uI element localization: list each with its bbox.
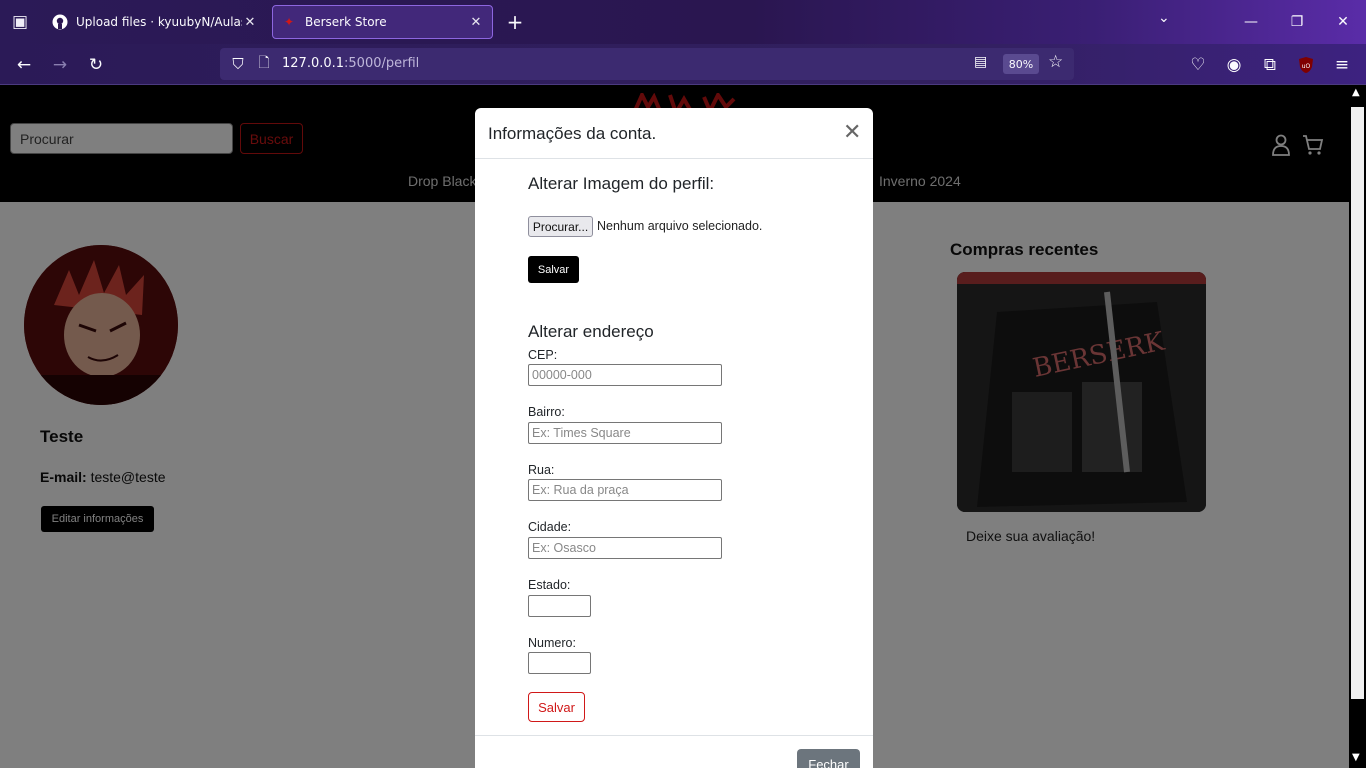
bairro-input[interactable]: Ex: Times Square xyxy=(528,422,722,444)
cidade-label: Cidade: xyxy=(528,520,572,534)
ublock-icon[interactable]: uO xyxy=(1293,52,1319,78)
bairro-label: Bairro: xyxy=(528,405,565,419)
tab-title: Upload files · kyuubyN/AulasFra xyxy=(76,15,242,29)
modal-header: Informações da conta. ✕ xyxy=(475,108,873,159)
forward-arrow-icon[interactable]: → xyxy=(47,52,73,78)
scroll-down-icon[interactable]: ▼ xyxy=(1352,752,1360,763)
reload-icon[interactable]: ↻ xyxy=(83,52,109,78)
address-bar[interactable]: ⛉ 🗋 127.0.0.1:5000/perfil ▤ 80% ☆ xyxy=(220,48,1074,80)
tracking-shield-icon[interactable]: ⛉ xyxy=(228,54,248,74)
cep-label: CEP: xyxy=(528,348,558,362)
page-info-icon[interactable]: 🗋 xyxy=(254,54,274,74)
pocket-icon[interactable]: ♡ xyxy=(1185,52,1211,78)
browser-tab-bar: ▣ Upload files · kyuubyN/AulasFra ✕ ✦ Be… xyxy=(0,0,1366,44)
hamburger-menu-icon[interactable]: ≡ xyxy=(1329,52,1355,78)
browser-nav-bar: ← → ↻ ⛉ 🗋 127.0.0.1:5000/perfil ▤ 80% ☆ … xyxy=(0,44,1366,85)
estado-input[interactable] xyxy=(528,595,591,617)
account-info-modal: Informações da conta. ✕ Alterar Imagem d… xyxy=(475,108,873,768)
close-modal-button[interactable]: Fechar xyxy=(797,749,860,768)
cep-input[interactable]: 00000-000 xyxy=(528,364,722,386)
url-text[interactable]: 127.0.0.1:5000/perfil xyxy=(282,56,419,71)
cidade-input[interactable]: Ex: Osasco xyxy=(528,537,722,559)
list-all-tabs-icon[interactable]: ⌄ xyxy=(1158,10,1170,26)
file-status-text: Nenhum arquivo selecionado. xyxy=(597,219,763,233)
reader-view-icon[interactable]: ▤ xyxy=(974,54,987,70)
scroll-up-icon[interactable]: ▲ xyxy=(1352,87,1360,98)
close-window-icon[interactable]: ✕ xyxy=(1320,0,1366,44)
firefox-view-icon[interactable]: ▣ xyxy=(6,8,34,36)
file-browse-button[interactable]: Procurar... xyxy=(528,216,593,237)
tab-title: Berserk Store xyxy=(305,15,387,29)
zoom-level-badge[interactable]: 80% xyxy=(1003,54,1039,74)
bookmark-star-icon[interactable]: ☆ xyxy=(1048,52,1063,72)
svg-text:uO: uO xyxy=(1302,63,1311,70)
restore-window-icon[interactable]: ❐ xyxy=(1274,0,1320,44)
close-tab-icon[interactable]: ✕ xyxy=(468,15,484,30)
numero-label: Numero: xyxy=(528,636,576,650)
tab-upload-files[interactable]: Upload files · kyuubyN/AulasFra ✕ xyxy=(44,5,266,39)
save-address-button[interactable]: Salvar xyxy=(528,692,585,722)
tab-berserk-store[interactable]: ✦ Berserk Store ✕ xyxy=(272,5,493,39)
estado-label: Estado: xyxy=(528,578,571,592)
github-icon xyxy=(52,14,68,30)
page-viewport: Procurar Buscar Drop Black Inverno 2024 … xyxy=(0,85,1349,768)
back-arrow-icon[interactable]: ← xyxy=(11,52,37,78)
page-scrollbar[interactable]: ▲ ▼ xyxy=(1349,85,1366,768)
address-section-title: Alterar endereço xyxy=(528,322,654,341)
modal-title: Informações da conta. xyxy=(488,124,657,143)
profile-image-section-title: Alterar Imagem do perfil: xyxy=(528,174,715,193)
close-icon[interactable]: ✕ xyxy=(843,121,861,143)
scrollbar-thumb[interactable] xyxy=(1351,107,1364,699)
berserk-favicon-icon: ✦ xyxy=(283,15,295,29)
rua-label: Rua: xyxy=(528,463,555,477)
account-icon[interactable]: ◉ xyxy=(1221,52,1247,78)
new-tab-button[interactable]: + xyxy=(503,8,527,36)
close-tab-icon[interactable]: ✕ xyxy=(242,15,258,30)
numero-input[interactable] xyxy=(528,652,591,674)
save-image-button[interactable]: Salvar xyxy=(528,256,579,283)
modal-footer-divider xyxy=(475,735,873,736)
rua-input[interactable]: Ex: Rua da praça xyxy=(528,479,722,501)
minimize-window-icon[interactable]: — xyxy=(1228,0,1274,44)
extensions-icon[interactable]: ⧉ xyxy=(1257,52,1283,78)
